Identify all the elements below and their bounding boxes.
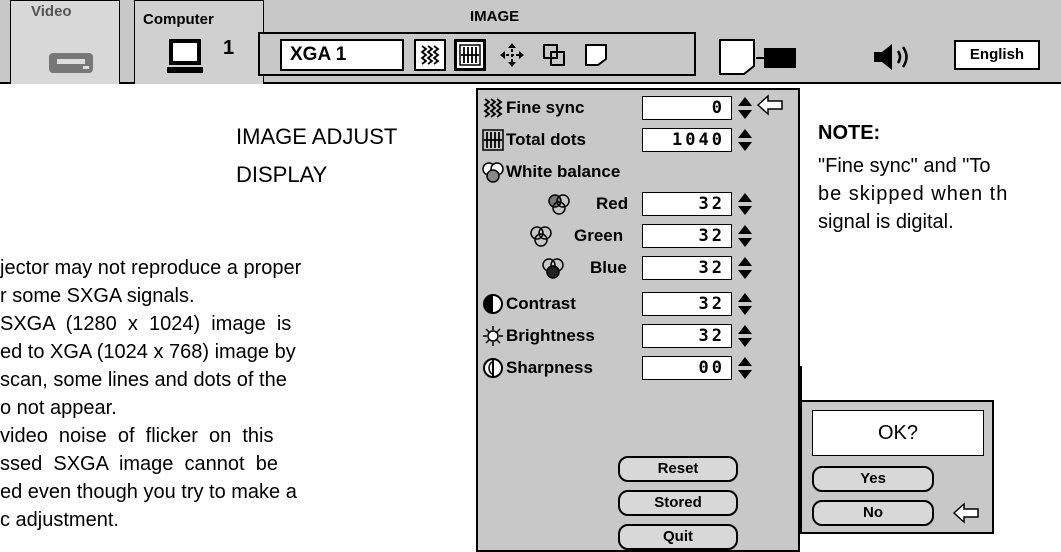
menu-item-label: Green: [574, 226, 624, 245]
body-line: SXGA (1280 x 1024) image is: [0, 313, 292, 335]
position-icon: [500, 43, 524, 67]
reset-button[interactable]: Reset: [618, 456, 738, 482]
note-line: be skipped when th: [818, 183, 1009, 205]
screen-icon: [585, 44, 607, 66]
body-line: r some SXGA signals.: [0, 285, 195, 307]
menu-item-fine-sync[interactable]: Fine sync 0: [478, 92, 798, 124]
pointer-arrow-icon: [756, 94, 783, 116]
quit-button[interactable]: Quit: [618, 524, 738, 550]
fine-sync-button[interactable]: [414, 39, 446, 71]
up-down-icon[interactable]: [736, 224, 754, 248]
vcr-icon: [49, 53, 93, 73]
language-field[interactable]: English: [954, 40, 1040, 70]
up-down-icon[interactable]: [736, 96, 754, 120]
screen-button[interactable]: [580, 39, 612, 71]
fine-sync-icon: [420, 45, 440, 65]
page-heading-line1: IMAGE ADJUST: [236, 124, 398, 149]
up-down-icon[interactable]: [736, 128, 754, 152]
menu-bar: Video Computer 1 IMAGE XGA 1 English: [0, 0, 1061, 84]
up-down-icon[interactable]: [736, 192, 754, 216]
tab-computer[interactable]: Computer 1: [134, 0, 264, 84]
menu-item-label: Contrast: [506, 294, 576, 313]
red-value[interactable]: 32: [642, 192, 732, 216]
menu-item-white-balance[interactable]: White balance: [478, 156, 798, 188]
brightness-value[interactable]: 32: [642, 324, 732, 348]
menu-item-sharpness[interactable]: Sharpness 00: [478, 352, 798, 384]
projector-icon[interactable]: [718, 36, 802, 76]
body-line: video noise of flicker on this: [0, 425, 274, 447]
body-line: scan, some lines and dots of the: [0, 369, 287, 391]
up-down-icon[interactable]: [736, 324, 754, 348]
computer-number: 1: [223, 37, 235, 59]
pointer-arrow-icon: [952, 502, 979, 524]
menu-item-label: Red: [596, 194, 629, 213]
blue-value[interactable]: 32: [642, 256, 732, 280]
fine-sync-icon: [483, 98, 503, 118]
brightness-icon: [483, 326, 503, 346]
sharpness-value[interactable]: 00: [642, 356, 732, 380]
no-button[interactable]: No: [812, 500, 934, 526]
blue-icon: [542, 258, 564, 279]
menu-item-label: White balance: [506, 162, 621, 181]
body-line: o not appear.: [0, 397, 117, 419]
position-button[interactable]: [496, 39, 528, 71]
white-balance-icon: [482, 162, 504, 183]
tab-video[interactable]: Video: [10, 0, 120, 84]
volume-icon[interactable]: [872, 42, 916, 72]
contrast-icon: [483, 294, 503, 314]
pc-adjust-icon: [543, 44, 565, 66]
tab-video-label: Video: [31, 3, 72, 20]
menu-item-brightness[interactable]: Brightness 32: [478, 320, 798, 352]
menu-item-total-dots[interactable]: Total dots 1040: [478, 124, 798, 156]
total-dots-button[interactable]: [454, 39, 486, 71]
confirm-prompt: OK?: [812, 410, 984, 456]
menu-item-blue[interactable]: Blue 32: [478, 252, 798, 284]
note-line: "Fine sync" and "To: [818, 155, 991, 177]
red-icon: [548, 194, 570, 215]
menu-title: IMAGE: [470, 8, 520, 25]
pc-adjust-button[interactable]: [538, 39, 570, 71]
yes-button[interactable]: Yes: [812, 466, 934, 492]
divider: [800, 366, 802, 400]
computer-icon: [167, 39, 203, 73]
image-adjust-menu: Fine sync 0 Total dots 1040 White balanc…: [476, 88, 800, 552]
sharpness-icon: [483, 358, 503, 378]
body-line: ssed SXGA image cannot be: [0, 453, 278, 475]
menu-item-label: Fine sync: [506, 98, 585, 117]
note-title: NOTE:: [818, 122, 881, 144]
menu-item-label: Total dots: [506, 130, 586, 149]
menu-item-red[interactable]: Red 32: [478, 188, 798, 220]
menu-item-label: Brightness: [506, 326, 595, 345]
contrast-value[interactable]: 32: [642, 292, 732, 316]
fine-sync-value[interactable]: 0: [642, 96, 732, 120]
green-icon: [530, 226, 552, 247]
confirm-dialog: OK? Yes No: [800, 400, 994, 534]
body-line: jector may not reproduce a proper: [0, 257, 302, 279]
green-value[interactable]: 32: [642, 224, 732, 248]
note-line: signal is digital.: [818, 211, 954, 233]
menu-item-green[interactable]: Green 32: [478, 220, 798, 252]
image-toolbox: XGA 1: [258, 32, 696, 76]
mode-value-field[interactable]: XGA 1: [280, 39, 404, 71]
total-dots-icon: [459, 44, 481, 66]
page-heading-line2: DISPLAY: [236, 162, 328, 187]
menu-item-label: Blue: [590, 258, 627, 277]
total-dots-icon: [482, 129, 504, 151]
total-dots-value[interactable]: 1040: [642, 128, 732, 152]
body-line: c adjustment.: [0, 509, 119, 531]
menu-item-label: Sharpness: [506, 358, 593, 377]
body-line: ed even though you try to make a: [0, 481, 297, 503]
up-down-icon[interactable]: [736, 292, 754, 316]
tab-computer-label: Computer: [143, 11, 214, 28]
up-down-icon[interactable]: [736, 256, 754, 280]
menu-item-contrast[interactable]: Contrast 32: [478, 288, 798, 320]
up-down-icon[interactable]: [736, 356, 754, 380]
body-line: ed to XGA (1024 x 768) image by: [0, 341, 296, 363]
stored-button[interactable]: Stored: [618, 490, 738, 516]
